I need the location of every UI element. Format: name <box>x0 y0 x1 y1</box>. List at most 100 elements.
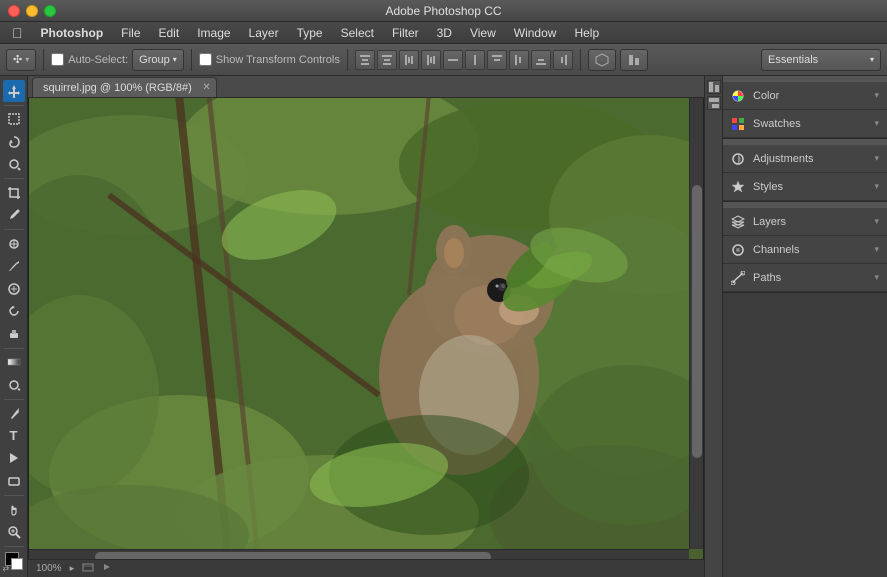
options-toolbar: ✣ ▾ Auto-Select: Group ▾ Show Transform … <box>0 44 887 76</box>
menu-help[interactable]: Help <box>566 24 607 42</box>
swatches-expand-icon: ▾ <box>874 118 879 129</box>
tool-pen[interactable] <box>3 403 25 425</box>
3d-btn[interactable] <box>588 49 616 71</box>
auto-select-check[interactable]: Auto-Select: <box>51 53 128 66</box>
vertical-scrollbar-thumb[interactable] <box>692 185 702 457</box>
close-button[interactable] <box>8 5 20 17</box>
menu-window[interactable]: Window <box>506 24 565 42</box>
align-btn-1[interactable] <box>355 50 375 70</box>
auto-select-checkbox[interactable] <box>51 53 64 66</box>
tool-zoom[interactable] <box>3 521 25 543</box>
status-bar: 100% ▸ <box>28 559 704 577</box>
tool-lasso[interactable] <box>3 131 25 153</box>
status-arrow-icon[interactable]: ▸ <box>70 563 75 574</box>
tool-crop[interactable] <box>3 182 25 204</box>
minimize-button[interactable] <box>26 5 38 17</box>
horizontal-scrollbar-thumb[interactable] <box>95 552 491 560</box>
panel-group-adjustments: Adjustments ▾ Styles ▾ <box>723 139 887 202</box>
menu-edit[interactable]: Edit <box>151 24 188 42</box>
paths-expand-icon: ▾ <box>874 272 879 283</box>
left-toolbar: T ⇄ <box>0 76 28 577</box>
transform-checkbox[interactable] <box>199 53 212 66</box>
tool-history[interactable] <box>3 301 25 323</box>
nav-forward-icon[interactable] <box>102 562 112 575</box>
workspace-dropdown[interactable]: Essentials ▾ <box>761 49 881 71</box>
align-btn-7[interactable] <box>487 50 507 70</box>
tool-dodge[interactable] <box>3 374 25 396</box>
adj-expand-icon: ▾ <box>874 153 879 164</box>
menu-type[interactable]: Type <box>289 24 331 42</box>
tool-marquee[interactable] <box>3 109 25 131</box>
panel-color[interactable]: Color ▾ <box>723 82 887 110</box>
channels-panel-icon <box>731 243 745 257</box>
styles-panel-label: Styles <box>753 181 783 193</box>
color-panel-icon <box>731 89 745 103</box>
paths-panel-icon <box>731 271 745 285</box>
tool-hand[interactable] <box>3 499 25 521</box>
panel-paths[interactable]: Paths ▾ <box>723 264 887 292</box>
panel-group-color: Color ▾ Swatches ▾ <box>723 76 887 139</box>
align-btn-4[interactable] <box>421 50 441 70</box>
maximize-button[interactable] <box>44 5 56 17</box>
align-btn-6[interactable] <box>465 50 485 70</box>
auto-select-dropdown[interactable]: Group ▾ <box>132 49 184 71</box>
menu-image[interactable]: Image <box>189 24 238 42</box>
align-btn-5[interactable] <box>443 50 463 70</box>
tool-quick-select[interactable] <box>3 154 25 176</box>
vertical-scrollbar[interactable] <box>689 98 703 549</box>
color-expand-icon: ▾ <box>874 90 879 101</box>
panel-swatches[interactable]: Swatches ▾ <box>723 110 887 138</box>
tool-spot-heal[interactable] <box>3 233 25 255</box>
menu-photoshop[interactable]: Photoshop <box>33 24 112 42</box>
tool-move[interactable] <box>3 80 25 102</box>
document-tab[interactable]: squirrel.jpg @ 100% (RGB/8#) ✕ <box>32 77 217 97</box>
tool-eraser[interactable] <box>3 323 25 345</box>
tab-close-icon[interactable]: ✕ <box>202 82 210 93</box>
menu-select[interactable]: Select <box>333 24 382 42</box>
tool-gradient[interactable] <box>3 352 25 374</box>
menu-file[interactable]: File <box>113 24 148 42</box>
swap-colors-icon[interactable]: ⇄ <box>3 564 10 573</box>
panel-adjustments[interactable]: Adjustments ▾ <box>723 145 887 173</box>
tool-clone[interactable] <box>3 278 25 300</box>
canvas-area: squirrel.jpg @ 100% (RGB/8#) ✕ <box>28 76 704 577</box>
apple-menu-icon[interactable]:  <box>4 23 31 43</box>
transform-controls-check[interactable]: Show Transform Controls <box>199 53 340 66</box>
panel-group-layers: Layers ▾ Channels ▾ Paths ▾ <box>723 202 887 293</box>
menu-3d[interactable]: 3D <box>429 24 460 42</box>
move-tool-btn[interactable]: ✣ ▾ <box>6 49 36 71</box>
align-btn-10[interactable] <box>553 50 573 70</box>
color-picker[interactable]: ⇄ <box>3 552 25 574</box>
sep-2 <box>191 49 192 71</box>
align-btn-extra[interactable] <box>620 49 648 71</box>
menu-layer[interactable]: Layer <box>241 24 287 42</box>
right-mini-toolbar <box>704 76 722 577</box>
align-btn-3[interactable] <box>399 50 419 70</box>
align-btn-8[interactable] <box>509 50 529 70</box>
tool-brush[interactable] <box>3 256 25 278</box>
title-bar: Adobe Photoshop CC <box>0 0 887 22</box>
background-color[interactable] <box>11 558 23 570</box>
menu-view[interactable]: View <box>462 24 504 42</box>
tool-shape[interactable] <box>3 470 25 492</box>
mini-tool-1[interactable] <box>707 80 721 94</box>
traffic-lights[interactable] <box>8 5 56 17</box>
tool-text[interactable]: T <box>3 425 25 447</box>
panel-channels[interactable]: Channels ▾ <box>723 236 887 264</box>
app-title: Adobe Photoshop CC <box>385 4 501 18</box>
tab-bar: squirrel.jpg @ 100% (RGB/8#) ✕ <box>28 76 704 98</box>
align-btn-2[interactable] <box>377 50 397 70</box>
mini-tool-2[interactable] <box>707 96 721 110</box>
align-btn-9[interactable] <box>531 50 551 70</box>
tab-filename: squirrel.jpg @ 100% (RGB/8#) <box>43 82 192 94</box>
canvas-viewport[interactable] <box>28 98 704 559</box>
horizontal-scrollbar[interactable] <box>29 549 689 560</box>
panel-styles[interactable]: Styles ▾ <box>723 173 887 201</box>
right-side: Color ▾ Swatches ▾ Adju <box>704 76 887 577</box>
text-tool-label: T <box>10 428 18 443</box>
paths-panel-label: Paths <box>753 272 781 284</box>
panel-layers[interactable]: Layers ▾ <box>723 208 887 236</box>
menu-filter[interactable]: Filter <box>384 24 427 42</box>
tool-eyedropper[interactable] <box>3 205 25 227</box>
tool-path-select[interactable] <box>3 448 25 470</box>
